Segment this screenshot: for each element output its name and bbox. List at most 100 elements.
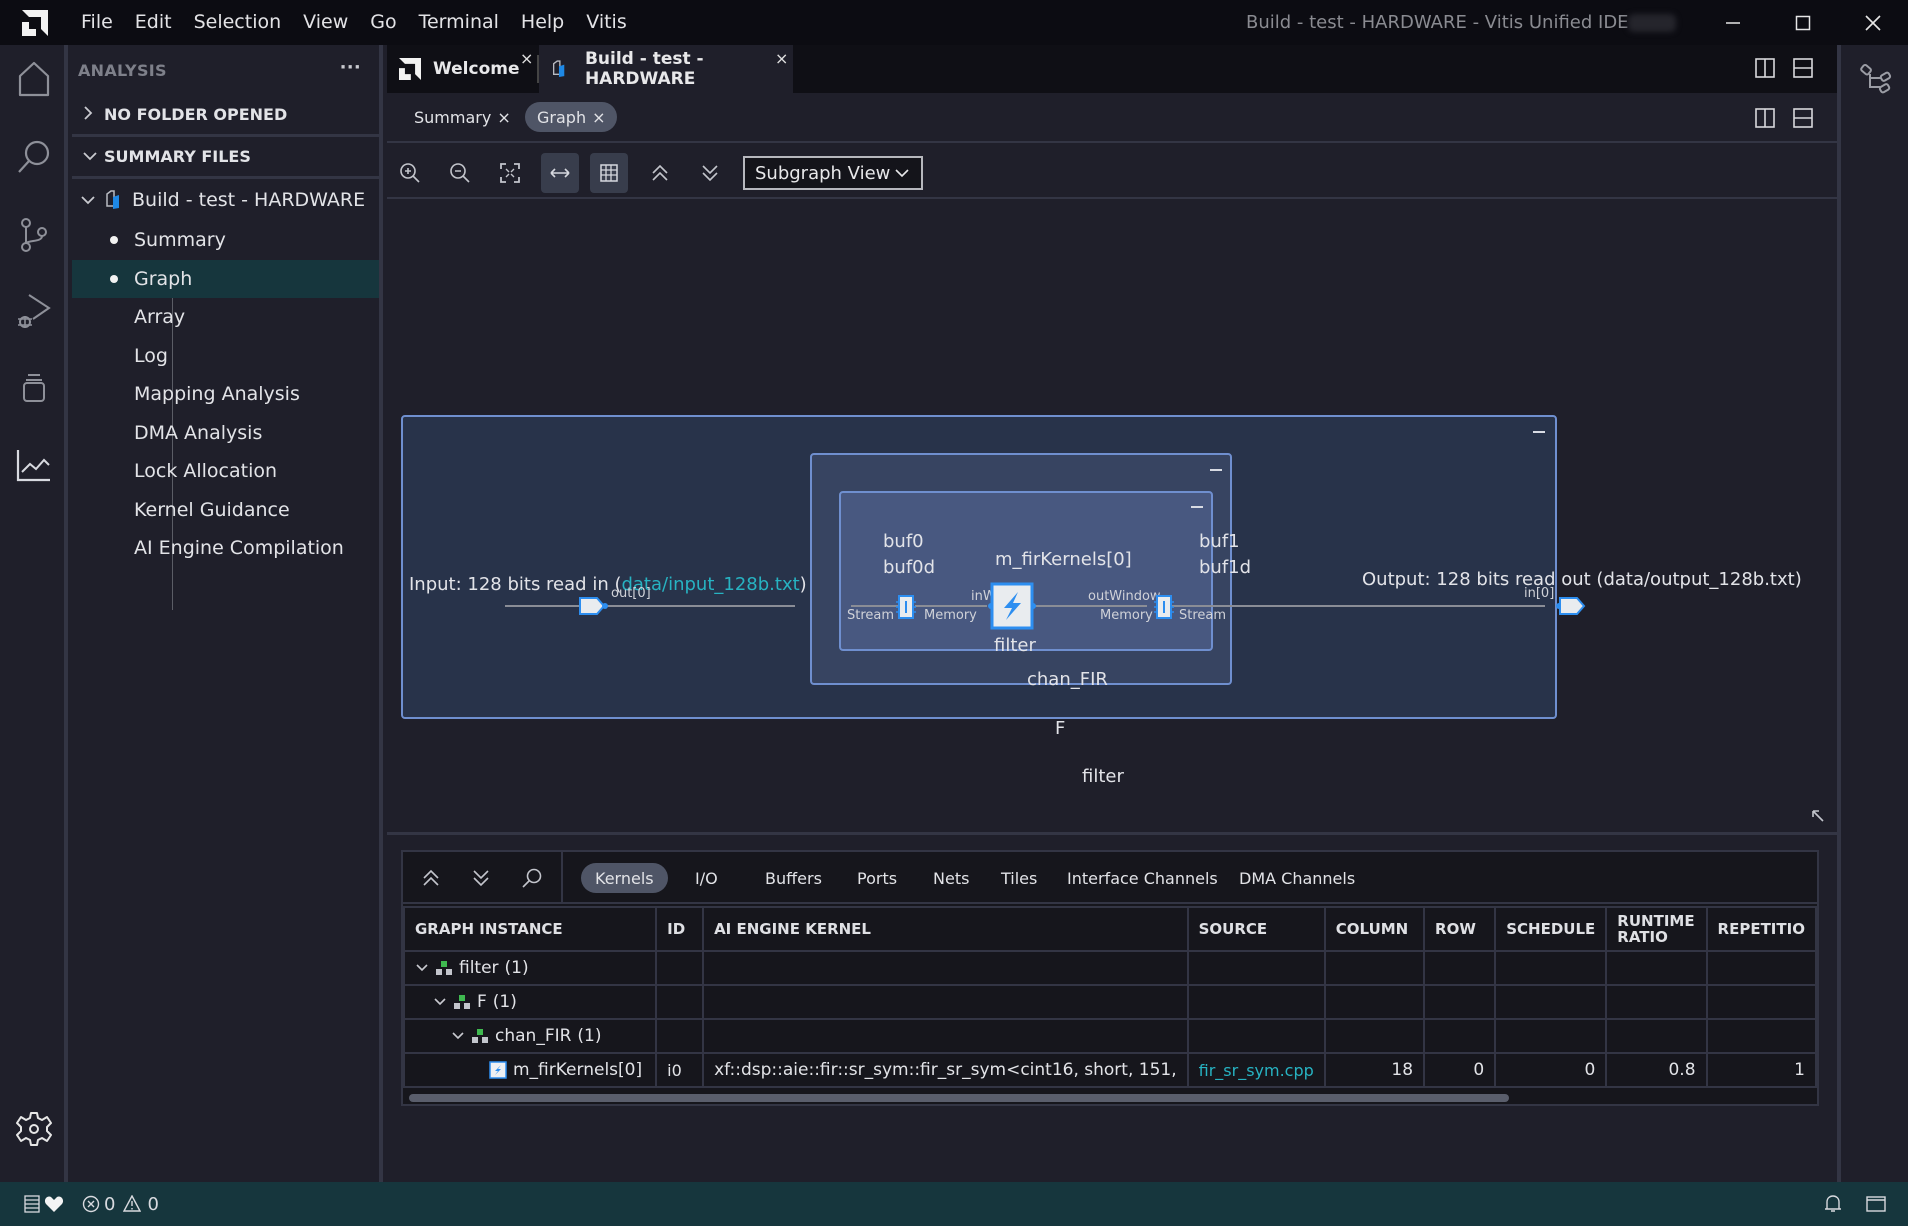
column-header-source[interactable]: SOURCE	[1186, 906, 1326, 952]
split-view-right-button[interactable]	[1755, 108, 1775, 133]
column-header-schedule[interactable]: SCHEDULE	[1494, 906, 1608, 952]
split-editor-right-button[interactable]	[1755, 58, 1775, 83]
sidebar-item-graph[interactable]: Graph	[72, 259, 379, 298]
column-header-ai-engine-kernel[interactable]: AI ENGINE KERNEL	[702, 906, 1189, 952]
zoom-out-button[interactable]	[441, 153, 479, 193]
panel-tab-interface-channels[interactable]: Interface Channels	[1053, 863, 1232, 893]
problems-status[interactable]: 0 0	[82, 1182, 159, 1226]
run-debug-button[interactable]	[10, 287, 58, 335]
subtab-graph[interactable]: Graph ×	[525, 102, 618, 132]
cell-graph-instance: filter (1)	[402, 950, 658, 986]
collapse-all-button[interactable]	[641, 153, 679, 193]
cell-source[interactable]	[1186, 1018, 1326, 1054]
fit-to-screen-button[interactable]	[491, 153, 529, 193]
horizontal-scrollbar[interactable]	[409, 1094, 1509, 1102]
column-header-repetitio[interactable]: REPETITIO	[1705, 906, 1818, 952]
column-header-id[interactable]: ID	[655, 906, 705, 952]
cell-source[interactable]	[1186, 984, 1326, 1020]
sidebar-item-array[interactable]: Array	[72, 298, 379, 337]
menu-terminal[interactable]: Terminal	[408, 0, 510, 45]
tree-root-build[interactable]: Build - test - HARDWARE	[72, 179, 379, 221]
sidebar-item-lock-allocation[interactable]: Lock Allocation	[72, 452, 379, 491]
settings-button[interactable]	[10, 1105, 58, 1153]
menu-vitis[interactable]: Vitis	[575, 0, 638, 45]
collapse-kernel-group-icon[interactable]	[1191, 506, 1203, 508]
close-tab-welcome-icon[interactable]: ×	[520, 49, 533, 68]
section-summary-files[interactable]: SUMMARY FILES	[72, 137, 379, 179]
output-port-icon[interactable]	[1555, 597, 1587, 615]
split-view-down-button[interactable]	[1793, 108, 1813, 133]
maximize-button[interactable]	[1768, 0, 1838, 45]
sidebar-item-log[interactable]: Log	[72, 337, 379, 376]
sidebar-item-kernel-guidance[interactable]: Kernel Guidance	[72, 491, 379, 530]
minimize-button[interactable]	[1698, 0, 1768, 45]
analysis-button[interactable]	[10, 441, 58, 489]
table-view-button[interactable]	[590, 153, 628, 193]
menu-go[interactable]: Go	[359, 0, 407, 45]
toggle-panel-button[interactable]	[1866, 1182, 1886, 1226]
buffer-out-icon[interactable]	[1153, 594, 1175, 620]
panel-tab-dma-channels[interactable]: DMA Channels	[1225, 863, 1369, 893]
subgraph-view-select[interactable]: Subgraph View	[743, 156, 923, 190]
collapse-F-icon[interactable]	[1533, 431, 1545, 433]
panel-tab-nets[interactable]: Nets	[919, 863, 983, 893]
table-row[interactable]: filter (1)	[402, 950, 1818, 986]
menu-file[interactable]: File	[70, 0, 124, 45]
column-header-graph-instance[interactable]: GRAPH INSTANCE	[402, 906, 658, 952]
cell-source[interactable]	[1186, 950, 1326, 986]
cell-source[interactable]: fir_sr_sym.cpp	[1186, 1052, 1326, 1088]
column-header-row[interactable]: ROW	[1423, 906, 1497, 952]
chevron-down-icon[interactable]	[415, 963, 429, 973]
table-row[interactable]: F (1)	[402, 984, 1818, 1020]
double-chevron-up-icon[interactable]	[421, 868, 441, 888]
restore-panel-icon[interactable]	[1811, 809, 1825, 823]
zoom-in-button[interactable]	[391, 153, 429, 193]
notifications-button[interactable]	[1824, 1182, 1842, 1226]
sidebar-item-summary[interactable]: Summary	[72, 221, 379, 260]
column-header-runtime-ratio[interactable]: RUNTIME RATIO	[1605, 906, 1708, 952]
close-tab-build-icon[interactable]: ×	[775, 49, 788, 68]
split-editor-down-button[interactable]	[1793, 58, 1813, 83]
graph-canvas[interactable]: Input: 128 bits read in (data/input_128b…	[387, 201, 1837, 831]
column-header-column[interactable]: COLUMN	[1323, 906, 1426, 952]
graph-hierarchy-icon[interactable]	[1859, 63, 1893, 97]
table-row[interactable]: m_firKernels[0] i0 xf::dsp::aie::fir::sr_s…	[402, 1052, 1818, 1088]
close-subtab-summary-icon[interactable]: ×	[497, 108, 510, 127]
extensions-button[interactable]	[10, 363, 58, 411]
home-button[interactable]	[10, 55, 58, 103]
sidebar-item-mapping-analysis[interactable]: Mapping Analysis	[72, 375, 379, 414]
sidebar-item-ai-engine-compilation[interactable]: AI Engine Compilation	[72, 529, 379, 568]
table-row[interactable]: chan_FIR (1)	[402, 1018, 1818, 1054]
menu-help[interactable]: Help	[510, 0, 575, 45]
more-actions-icon[interactable]: ···	[340, 57, 361, 78]
buffer-in-icon[interactable]	[895, 594, 917, 620]
chevron-down-icon[interactable]	[451, 1031, 465, 1041]
chevron-down-icon[interactable]	[433, 997, 447, 1007]
horizontal-layout-button[interactable]	[541, 153, 579, 193]
tab-welcome[interactable]: Welcome ×	[387, 45, 537, 93]
source-control-button[interactable]	[10, 211, 58, 259]
panel-tab-ports[interactable]: Ports	[843, 863, 911, 893]
input-port-icon[interactable]	[579, 597, 611, 615]
close-window-button[interactable]	[1838, 0, 1908, 45]
double-chevron-down-icon[interactable]	[471, 868, 491, 888]
panel-tab-i-o[interactable]: I/O	[681, 863, 732, 893]
subtab-summary[interactable]: Summary ×	[402, 102, 523, 132]
search-button[interactable]	[10, 133, 58, 181]
panel-tab-tiles[interactable]: Tiles	[987, 863, 1051, 893]
cell-column: 18	[1323, 1052, 1426, 1088]
panel-tab-buffers[interactable]: Buffers	[751, 863, 836, 893]
search-icon[interactable]	[521, 867, 543, 889]
panel-tab-kernels[interactable]: Kernels	[581, 863, 668, 893]
tab-build-hardware[interactable]: Build - test - HARDWARE ×	[539, 45, 793, 93]
section-no-folder[interactable]: NO FOLDER OPENED	[72, 95, 379, 137]
menu-selection[interactable]: Selection	[183, 0, 293, 45]
expand-all-button[interactable]	[691, 153, 729, 193]
collapse-chan-fir-icon[interactable]	[1210, 469, 1222, 471]
sidebar-item-dma-analysis[interactable]: DMA Analysis	[72, 414, 379, 453]
close-subtab-graph-icon[interactable]: ×	[592, 108, 605, 127]
menu-edit[interactable]: Edit	[124, 0, 183, 45]
kernel-node-icon[interactable]	[987, 582, 1037, 630]
menu-view[interactable]: View	[292, 0, 359, 45]
server-status[interactable]	[24, 1182, 64, 1226]
